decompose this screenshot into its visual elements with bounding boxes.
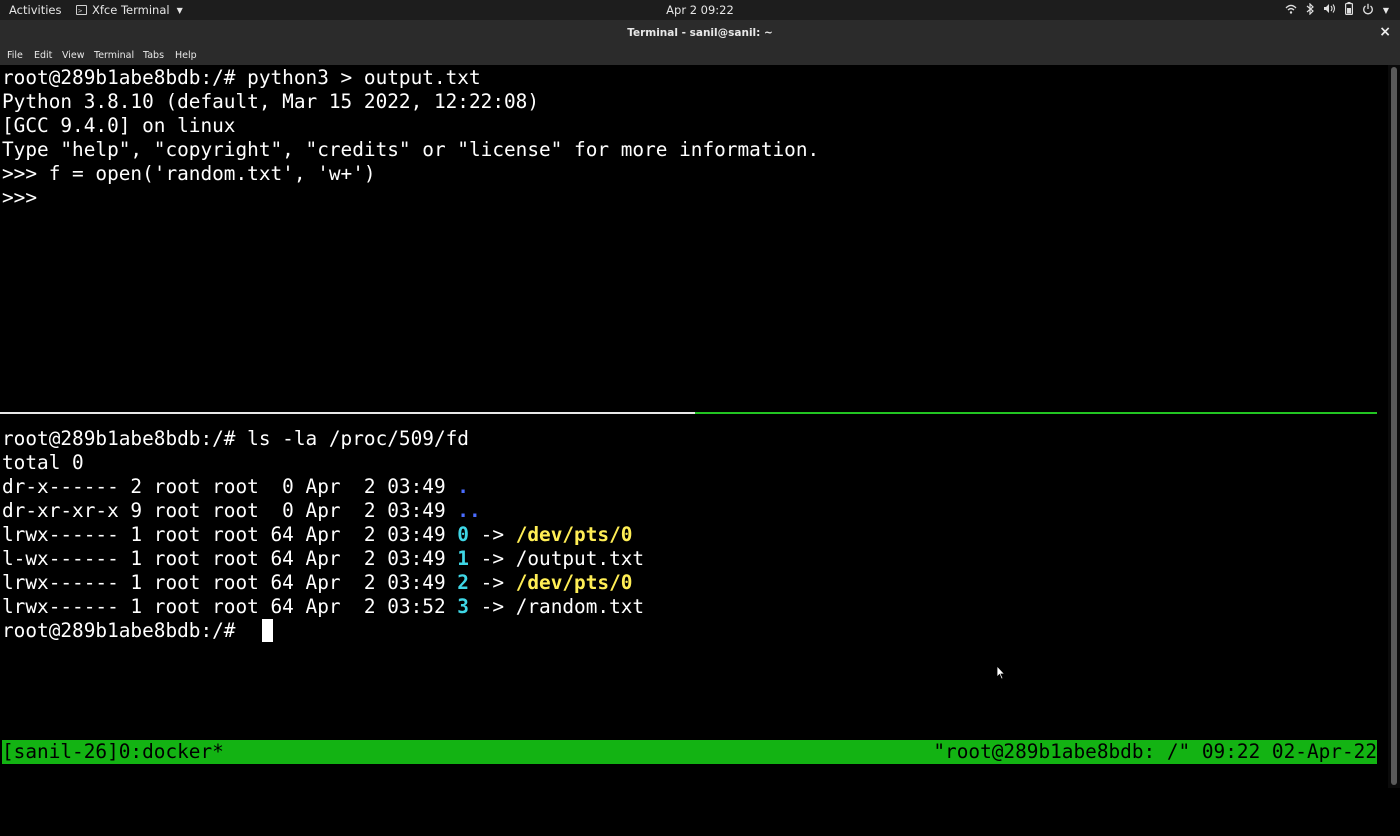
ls-entry-meta: lrwx------ 1 root root 64 Apr 2 03:49 bbox=[2, 571, 458, 594]
chevron-down-icon: ▼ bbox=[1382, 6, 1389, 15]
ls-entry-name: 0 bbox=[457, 523, 469, 546]
ls-entry: l-wx------ 1 root root 64 Apr 2 03:49 1 … bbox=[2, 547, 644, 571]
ls-entry-target: /dev/pts/0 bbox=[515, 523, 633, 546]
menu-tabs[interactable]: Tabs bbox=[143, 50, 164, 61]
ls-entry-target: /random.txt bbox=[515, 595, 645, 618]
terminal-line: >>> f = open('random.txt', 'w+') bbox=[2, 162, 376, 185]
menu-bar: File Edit View Terminal Tabs Help bbox=[0, 45, 1400, 66]
ls-entry: lrwx------ 1 root root 64 Apr 2 03:49 0 … bbox=[2, 523, 632, 547]
mouse-pointer-icon bbox=[996, 665, 1006, 680]
ls-entry-arrow: -> bbox=[468, 547, 516, 570]
menu-edit[interactable]: Edit bbox=[34, 50, 52, 61]
tmux-status-bar: [sanil-26]0:docker* "root@289b1abe8bdb: … bbox=[2, 740, 1377, 764]
ls-entry-name: . bbox=[457, 475, 469, 498]
scrollbar-thumb[interactable] bbox=[1391, 67, 1397, 785]
terminal-line: Type "help", "copyright", "credits" or "… bbox=[2, 138, 820, 161]
ls-entry-meta: lrwx------ 1 root root 64 Apr 2 03:49 bbox=[2, 523, 458, 546]
volume-icon bbox=[1323, 3, 1336, 19]
clock[interactable]: Apr 2 09:22 bbox=[0, 3, 1400, 17]
system-tray[interactable]: ▼ bbox=[1285, 2, 1389, 20]
terminal-line: [GCC 9.4.0] on linux bbox=[2, 114, 236, 137]
ls-entry-arrow: -> bbox=[468, 523, 516, 546]
terminal-line: >>> bbox=[2, 186, 38, 209]
ls-entry-name: 2 bbox=[457, 571, 469, 594]
terminal-line: total 0 bbox=[2, 451, 84, 474]
bluetooth-icon bbox=[1306, 2, 1314, 20]
ls-entry-meta: dr-x------ 2 root root 0 Apr 2 03:49 bbox=[2, 475, 458, 498]
ls-entry: lrwx------ 1 root root 64 Apr 2 03:49 2 … bbox=[2, 571, 632, 595]
wifi-icon bbox=[1285, 3, 1297, 19]
ls-entry-arrow: -> bbox=[468, 595, 516, 618]
battery-icon bbox=[1344, 2, 1353, 20]
pane-divider[interactable] bbox=[0, 412, 695, 414]
ls-entry-target: /dev/pts/0 bbox=[515, 571, 633, 594]
close-window-button[interactable]: × bbox=[1379, 24, 1391, 40]
ls-entry-name: 1 bbox=[457, 547, 469, 570]
power-icon bbox=[1362, 3, 1374, 20]
terminal-scrollbar[interactable] bbox=[1388, 65, 1400, 788]
menu-terminal[interactable]: Terminal bbox=[94, 50, 134, 61]
ls-entry-meta: lrwx------ 1 root root 64 Apr 2 03:52 bbox=[2, 595, 458, 618]
terminal-prompt: root@289b1abe8bdb:/# bbox=[2, 619, 248, 642]
text-cursor bbox=[262, 619, 273, 642]
top-panel: Activities >_ Xfce Terminal ▼ Apr 2 09:2… bbox=[0, 0, 1400, 20]
ls-entry: lrwx------ 1 root root 64 Apr 2 03:52 3 … bbox=[2, 595, 644, 619]
terminal-command-line: root@289b1abe8bdb:/# ls -la /proc/509/fd bbox=[2, 427, 469, 450]
tmux-session-window[interactable]: [sanil-26]0:docker* bbox=[2, 740, 224, 764]
active-pane-divider[interactable] bbox=[695, 412, 1377, 414]
ls-entry-meta: l-wx------ 1 root root 64 Apr 2 03:49 bbox=[2, 547, 458, 570]
ls-entry-name: .. bbox=[457, 499, 481, 522]
terminal-line: root@289b1abe8bdb:/# python3 > output.tx… bbox=[2, 66, 481, 89]
ls-entry-meta: dr-xr-xr-x 9 root root 0 Apr 2 03:49 bbox=[2, 499, 458, 522]
window-title: Terminal - sanil@sanil: ~ bbox=[627, 27, 773, 39]
menu-file[interactable]: File bbox=[7, 50, 23, 61]
tmux-status-right: "root@289b1abe8bdb: /" 09:22 02-Apr-22 bbox=[933, 740, 1377, 763]
terminal-line: Python 3.8.10 (default, Mar 15 2022, 12:… bbox=[2, 90, 540, 113]
ls-entry: dr-xr-xr-x 9 root root 0 Apr 2 03:49 .. bbox=[2, 499, 481, 523]
ls-entry-target: /output.txt bbox=[515, 547, 645, 570]
window-titlebar: Terminal - sanil@sanil: ~ × bbox=[0, 20, 1400, 45]
menu-view[interactable]: View bbox=[62, 50, 85, 61]
ls-entry: dr-x------ 2 root root 0 Apr 2 03:49 . bbox=[2, 475, 469, 499]
menu-help[interactable]: Help bbox=[175, 50, 197, 61]
terminal-area[interactable]: root@289b1abe8bdb:/# python3 > output.tx… bbox=[0, 65, 1388, 788]
ls-entry-name: 3 bbox=[457, 595, 469, 618]
ls-entry-arrow: -> bbox=[468, 571, 516, 594]
